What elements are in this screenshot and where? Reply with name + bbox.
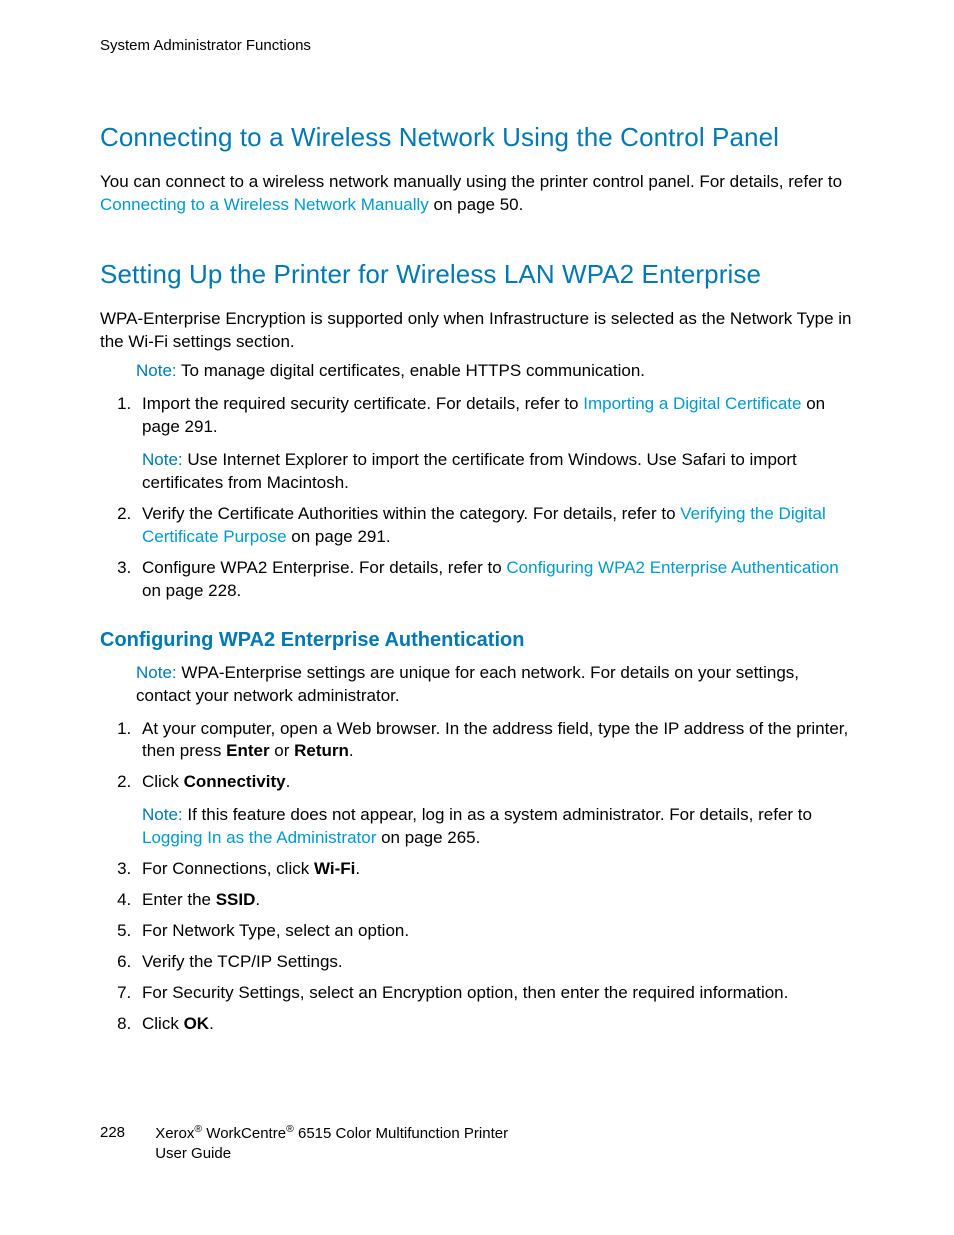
note-label: Note: [136,361,177,380]
step-1: Import the required security certificate… [136,393,854,495]
registered-mark: ® [194,1123,202,1135]
text: For Connections, click [142,859,314,878]
paragraph-section1: You can connect to a wireless network ma… [100,171,854,217]
link-logging-in-admin[interactable]: Logging In as the Administrator [142,828,376,847]
page-number: 228 [100,1123,125,1143]
note-label: Note: [136,663,177,682]
note-label: Note: [142,450,183,469]
note-label: Note: [142,805,183,824]
note-text: To manage digital certificates, enable H… [177,361,645,380]
text: on page 228. [142,581,241,600]
text: on page 291. [287,527,391,546]
text: User Guide [155,1145,231,1162]
bold-enter: Enter [226,741,269,760]
step-5: For Network Type, select an option. [136,920,854,943]
text: . [349,741,354,760]
text: WorkCentre [202,1125,286,1142]
step-8: Click OK. [136,1013,854,1036]
text: . [209,1014,214,1033]
steps-wpa2-setup: Import the required security certificate… [100,393,854,603]
text: or [270,741,295,760]
text: . [286,772,291,791]
step-4: Enter the SSID. [136,889,854,912]
text: Verify the Certificate Authorities withi… [142,504,680,523]
step-1: At your computer, open a Web browser. In… [136,718,854,764]
text: Import the required security certificate… [142,394,583,413]
step-6: Verify the TCP/IP Settings. [136,951,854,974]
text: on page 50. [429,195,524,214]
text: Enter the [142,890,216,909]
bold-ok: OK [184,1014,210,1033]
note-text: Use Internet Explorer to import the cert… [142,450,797,492]
page-container: System Administrator Functions Connectin… [0,0,954,1235]
registered-mark: ® [286,1123,294,1135]
text: 6515 Color Multifunction Printer [294,1125,508,1142]
steps-configuring-auth: At your computer, open a Web browser. In… [100,718,854,1036]
link-importing-certificate[interactable]: Importing a Digital Certificate [583,394,801,413]
step-3: For Connections, click Wi-Fi. [136,858,854,881]
text: Click [142,1014,184,1033]
text: on page 265. [376,828,480,847]
heading-wpa2-enterprise: Setting Up the Printer for Wireless LAN … [100,257,854,292]
bold-return: Return [294,741,349,760]
text: . [255,890,260,909]
bold-wifi: Wi-Fi [314,859,355,878]
heading-configuring-wpa2-auth: Configuring WPA2 Enterprise Authenticati… [100,627,854,654]
page-footer: 228 Xerox® WorkCentre® 6515 Color Multif… [100,1123,508,1163]
note-step1: Note: Use Internet Explorer to import th… [142,449,854,495]
note-https: Note: To manage digital certificates, en… [136,360,854,383]
text: You can connect to a wireless network ma… [100,172,842,191]
running-header: System Administrator Functions [100,36,854,56]
link-connecting-manually[interactable]: Connecting to a Wireless Network Manuall… [100,195,429,214]
note-text: WPA-Enterprise settings are unique for e… [136,663,799,705]
note-text: If this feature does not appear, log in … [183,805,812,824]
step-2: Click Connectivity. Note: If this featur… [136,771,854,850]
text: Click [142,772,184,791]
bold-ssid: SSID [216,890,256,909]
step-3: Configure WPA2 Enterprise. For details, … [136,557,854,603]
step-7: For Security Settings, select an Encrypt… [136,982,854,1005]
text: . [355,859,360,878]
text: Configure WPA2 Enterprise. For details, … [142,558,506,577]
product-line: Xerox® WorkCentre® 6515 Color Multifunct… [155,1123,508,1163]
heading-connecting-wireless: Connecting to a Wireless Network Using t… [100,120,854,155]
paragraph-section2-intro: WPA-Enterprise Encryption is supported o… [100,308,854,354]
step-2: Verify the Certificate Authorities withi… [136,503,854,549]
link-configuring-wpa2[interactable]: Configuring WPA2 Enterprise Authenticati… [506,558,838,577]
note-step2: Note: If this feature does not appear, l… [142,804,854,850]
bold-connectivity: Connectivity [184,772,286,791]
text: Xerox [155,1125,194,1142]
note-unique-settings: Note: WPA-Enterprise settings are unique… [136,662,854,708]
